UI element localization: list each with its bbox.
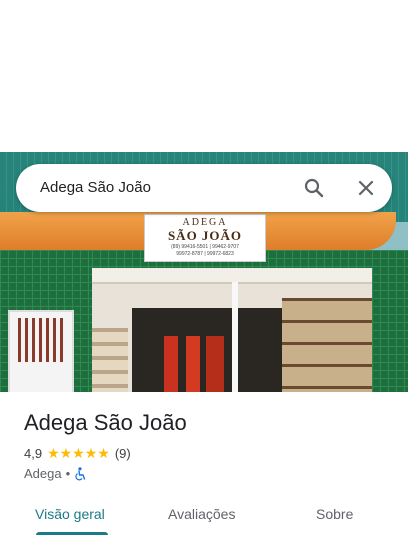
- white-door: [8, 310, 74, 392]
- sign-line2: SÃO JOÃO: [167, 228, 243, 243]
- category-label[interactable]: Adega: [24, 466, 62, 481]
- tab-bar: Visão geral Avaliações Sobre: [0, 496, 408, 536]
- tab-reviews[interactable]: Avaliações: [168, 506, 235, 522]
- search-bar[interactable]: Adega São João: [16, 164, 392, 212]
- sign-phones2: 99972-8787 | 99972-6823: [176, 251, 234, 257]
- tab-about[interactable]: Sobre: [316, 506, 353, 522]
- shop-interior: [92, 268, 372, 392]
- tab-overview[interactable]: Visão geral: [35, 506, 105, 522]
- rating-value: 4,9: [24, 446, 43, 461]
- stars-icon: ★★★★★: [47, 445, 110, 461]
- store-sign: ADEGA SÃO JOÃO (89) 99416-5501 | 99462-9…: [144, 214, 266, 262]
- search-query[interactable]: Adega São João: [40, 179, 151, 196]
- rating-row[interactable]: 4,9 ★★★★★ (9): [24, 445, 131, 462]
- sign-phones1: (89) 99416-5501 | 99462-9707: [171, 244, 239, 250]
- sign-line1: ADEGA: [182, 217, 228, 228]
- close-icon[interactable]: [354, 176, 378, 200]
- green-tile-wall-right: [372, 250, 408, 392]
- place-title: Adega São João: [24, 410, 187, 435]
- wheelchair-accessible-icon: [75, 466, 86, 480]
- category-row: Adega •: [24, 466, 86, 481]
- active-tab-indicator: [36, 532, 108, 535]
- search-icon[interactable]: [302, 176, 326, 200]
- separator: •: [65, 466, 71, 481]
- review-count[interactable]: (9): [115, 446, 131, 461]
